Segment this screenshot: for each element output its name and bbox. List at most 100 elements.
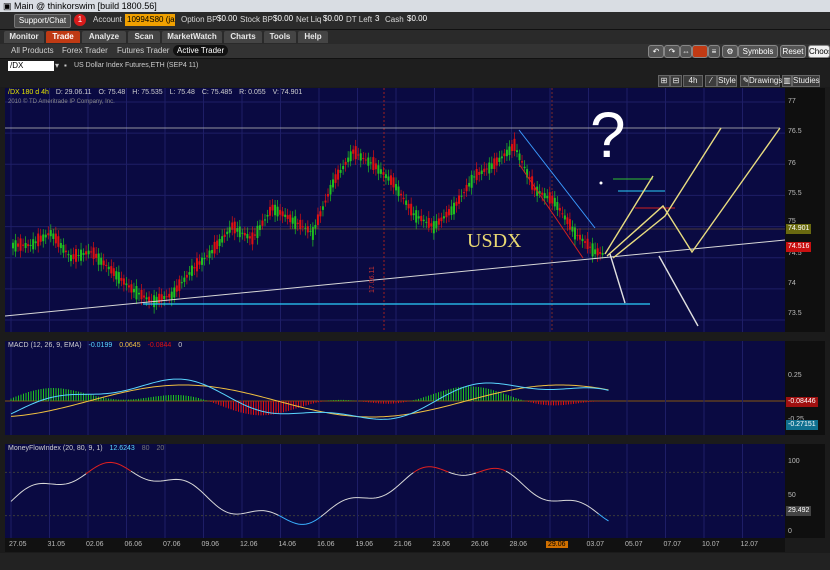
candle-body [17, 243, 20, 247]
tab-trade[interactable]: Trade [46, 31, 80, 43]
x-tick-label: 26.06 [471, 541, 489, 548]
alert-badge[interactable]: 1 [74, 14, 86, 26]
tab-analyze[interactable]: Analyze [82, 31, 126, 43]
subtab-futures-trader[interactable]: Futures Trader [117, 46, 169, 55]
candle-body [395, 184, 398, 191]
candle-body [216, 240, 219, 250]
mfi-level-high: 80 [141, 445, 150, 452]
main-nav: Monitor Trade Analyze Scan MarketWatch C… [0, 30, 830, 44]
candle-body [183, 277, 186, 282]
undo-icon[interactable]: ↶ [648, 45, 664, 58]
candle-body [589, 246, 592, 248]
menu-icon[interactable]: ≡ [708, 45, 720, 58]
candle-body [233, 221, 236, 234]
mfi-line [10, 473, 87, 502]
candle-body [57, 236, 60, 247]
candle-body [125, 283, 128, 286]
settings-icon[interactable]: ⚙ [722, 45, 738, 58]
candle-body [369, 162, 372, 164]
candle-body [470, 174, 473, 188]
tab-scan[interactable]: Scan [128, 31, 160, 43]
tab-marketwatch[interactable]: MarketWatch [162, 31, 222, 43]
channel-line-lower [518, 163, 584, 259]
style-button[interactable]: Style [717, 75, 737, 87]
price-tick: 74 [788, 280, 796, 287]
link-icon[interactable]: ⇔ [680, 45, 692, 58]
candle-body [299, 219, 302, 230]
candle-body [579, 234, 581, 240]
candle-body [362, 157, 365, 159]
zoom-out-icon[interactable]: ⊟ [670, 75, 682, 87]
candle-body [276, 206, 279, 217]
candle-body [548, 192, 551, 204]
vertical-line-date: 17.06.11 [369, 266, 376, 293]
candle-body [289, 214, 292, 223]
candle-body [450, 206, 453, 216]
tab-tools[interactable]: Tools [264, 31, 296, 43]
x-tick-label: 02.06 [86, 541, 104, 548]
subtab-active-trader[interactable]: Active Trader [173, 45, 229, 56]
x-tick-label: 12.06 [240, 541, 258, 548]
price-chart-panel[interactable]: /DX 180 d 4h D: 29.06.11 O: 75.48 H: 75.… [5, 88, 785, 332]
color-swatch-icon[interactable] [692, 45, 708, 58]
macd-tick: 0.25 [788, 372, 802, 379]
candle-body [44, 234, 47, 238]
candle-body [309, 230, 312, 232]
tab-monitor[interactable]: Monitor [4, 31, 44, 43]
candle-body [168, 293, 171, 298]
candle-body [190, 265, 193, 276]
scenario-arrow [658, 255, 699, 327]
price-symbol-period: /DX 180 d 4h [8, 89, 49, 96]
choose-button[interactable]: Choose [808, 45, 830, 58]
account-select[interactable]: 10994S80 (ja... [125, 14, 175, 26]
candle-body [513, 138, 516, 152]
candle-body [173, 287, 176, 298]
candle-body [417, 216, 420, 219]
timeframe-button[interactable]: 4h [683, 75, 703, 87]
macd-panel[interactable]: MACD (12, 26, 9, EMA) -0.0199 0.0645 -0.… [5, 341, 785, 435]
app-icon: ▣ [3, 1, 12, 11]
studies-icon[interactable]: ▥ [782, 75, 792, 87]
drawings-button[interactable]: Drawings [748, 75, 782, 87]
candle-body [427, 217, 430, 228]
chart-type-icon[interactable]: ⁄ [705, 75, 717, 87]
macd-avg: 0.0645 [119, 342, 141, 349]
mfi-title: MoneyFlowIndex (20, 80, 9, 1) [8, 445, 103, 452]
candle-body [246, 234, 249, 239]
candle-body [29, 244, 32, 246]
mfi-panel[interactable]: MoneyFlowIndex (20, 80, 9, 1) 12.6243 80… [5, 444, 785, 538]
price-tick: 73.5 [788, 310, 802, 317]
x-tick-label: 12.07 [740, 541, 759, 548]
info-icon[interactable]: ▪ [64, 61, 67, 70]
price-chart-svg [5, 88, 785, 332]
candle-body [266, 215, 269, 217]
candle-body [566, 217, 569, 225]
tab-help[interactable]: Help [298, 31, 328, 43]
symbol-input[interactable]: /DX [8, 61, 54, 71]
candle-body [67, 254, 70, 256]
candle-body [357, 154, 360, 156]
reset-button[interactable]: Reset [780, 45, 806, 58]
support-chat-button[interactable]: Support/Chat [14, 14, 71, 28]
candle-body [445, 211, 448, 218]
option-bp-value: $0.00 [217, 14, 238, 23]
candle-body [475, 168, 478, 181]
candle-body [442, 216, 445, 219]
subtab-forex-trader[interactable]: Forex Trader [62, 46, 108, 55]
zoom-in-icon[interactable]: ⊞ [658, 75, 670, 87]
symbol-dropdown-icon[interactable]: ▾ [55, 61, 59, 70]
subtab-all-products[interactable]: All Products [11, 46, 54, 55]
symbols-button[interactable]: Symbols [738, 45, 778, 58]
redo-icon[interactable]: ↷ [664, 45, 680, 58]
mfi-line [130, 470, 279, 516]
mfi-value: 12.6243 [109, 445, 135, 452]
candle-body [379, 169, 382, 174]
candle-body [321, 206, 324, 210]
tab-charts[interactable]: Charts [224, 31, 262, 43]
candle-body [120, 277, 123, 281]
candle-body [473, 176, 476, 178]
studies-button[interactable]: Studies [792, 75, 820, 87]
candle-body [185, 274, 188, 278]
candle-body [359, 153, 362, 161]
candle-body [286, 215, 289, 219]
